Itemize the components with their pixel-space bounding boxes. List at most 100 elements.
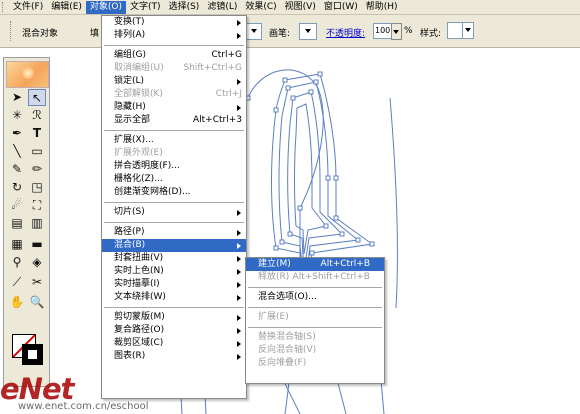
menu-help[interactable]: 帮助(H) <box>362 1 402 14</box>
menubar-grip <box>2 2 9 12</box>
object-menu-item-18[interactable]: 路径(P) <box>102 226 246 239</box>
object-menu-item-label: 锁定(L) <box>114 76 145 86</box>
object-menu-item-8[interactable]: 显示全部 Alt+Ctrl+3 <box>102 114 246 127</box>
object-menu-item-19[interactable]: 混合(B) <box>102 239 246 252</box>
submenu-arrow-icon <box>237 282 241 288</box>
object-menu-item-13[interactable]: 栅格化(Z)... <box>102 173 246 186</box>
blend-menu-item-3[interactable]: 混合选项(O)... <box>246 291 384 304</box>
pen-icon[interactable]: ✒ <box>8 125 26 142</box>
style-dropdown[interactable] <box>462 22 474 39</box>
menu-select[interactable]: 选择(S) <box>165 1 204 14</box>
scale-icon[interactable]: ◳ <box>28 179 46 196</box>
gradient-icon[interactable]: ▬ <box>28 236 46 253</box>
menu-edit[interactable]: 编辑(E) <box>47 1 86 14</box>
object-menu-item-22[interactable]: 实时描摹(I) <box>102 278 246 291</box>
menu-filter[interactable]: 滤镜(L) <box>203 1 241 14</box>
opacity-link[interactable]: 不透明度: <box>326 26 365 39</box>
object-menu-item-label: 图表(R) <box>114 351 146 361</box>
eyedropper-icon[interactable]: ⚲ <box>8 254 26 271</box>
blend-menu-item-5: 扩展(E) <box>246 311 384 324</box>
style-swatch[interactable] <box>447 22 463 39</box>
object-menu-item-28[interactable]: 图表(R) <box>102 350 246 363</box>
warp-icon[interactable]: ☄ <box>8 197 26 214</box>
paintbrush-icon[interactable]: ✎ <box>8 161 26 178</box>
menu-effect[interactable]: 效果(C) <box>241 1 280 14</box>
symbol-sprayer-icon[interactable]: ▤ <box>8 215 26 232</box>
blend-menu-separator <box>248 327 382 328</box>
lasso-icon[interactable]: ℛ <box>28 107 46 124</box>
control-toolbar: 混合对象 填 画笔: 不透明度: 100 % 样式: <box>0 15 580 48</box>
menu-type[interactable]: 文字(T) <box>126 1 165 14</box>
object-menu-item-26[interactable]: 复合路径(O) <box>102 324 246 337</box>
brush-dropdown[interactable] <box>299 23 317 40</box>
object-menu-item-16[interactable]: 切片(S) <box>102 206 246 219</box>
app-logo <box>6 61 49 88</box>
object-menu-separator <box>104 45 244 46</box>
object-menu-item-21[interactable]: 实时上色(N) <box>102 265 246 278</box>
object-menu-item-label: 变换(T) <box>114 17 145 27</box>
menu-window[interactable]: 窗口(W) <box>320 1 362 14</box>
object-menu-item-5[interactable]: 锁定(L) <box>102 75 246 88</box>
object-menu-item-14[interactable]: 创建渐变网格(D)... <box>102 186 246 199</box>
submenu-arrow-icon <box>237 256 241 262</box>
object-menu-dropdown: 变换(T) 排列(A) 编组(G) Ctrl+G 取消编组(U) Shift+Ctrl+G… <box>101 15 247 399</box>
line-icon[interactable]: ╲ <box>8 143 26 160</box>
submenu-arrow-icon <box>237 33 241 39</box>
object-menu-item-6: 全部解锁(K) Ctrl+J <box>102 88 246 101</box>
object-menu-item-25[interactable]: 剪切蒙版(M) <box>102 311 246 324</box>
object-menu-item-10[interactable]: 扩展(X)... <box>102 134 246 147</box>
object-menu-item-12[interactable]: 拼合透明度(F)... <box>102 160 246 173</box>
stroke-weight-dropdown[interactable] <box>246 23 262 40</box>
object-menu-separator <box>104 202 244 203</box>
pencil-icon[interactable]: ✏ <box>28 161 46 178</box>
menu-object[interactable]: 对象(O) <box>85 0 127 14</box>
object-menu-item-3[interactable]: 编组(G) Ctrl+G <box>102 49 246 62</box>
object-menu-separator <box>104 222 244 223</box>
shape-inner-3[interactable] <box>294 103 327 255</box>
object-menu-separator <box>104 307 244 308</box>
graph-icon[interactable]: ▥ <box>28 215 46 232</box>
chevron-down-icon <box>251 29 257 33</box>
submenu-arrow-icon <box>237 79 241 85</box>
mesh-icon[interactable]: ▦ <box>8 236 26 253</box>
object-menu-item-label: 编组(G) <box>114 50 146 60</box>
watermark-url: www.enet.com.cn/eschool <box>18 401 149 412</box>
live-paint-icon[interactable]: ◈ <box>28 254 46 271</box>
object-menu-item-label: 栅格化(Z)... <box>114 174 163 184</box>
blend-menu-separator <box>248 307 382 308</box>
selection-arrow-icon[interactable]: ➤ <box>8 89 26 106</box>
stroke-color-swatch[interactable] <box>22 344 43 365</box>
object-menu-item-0[interactable]: 变换(T) <box>102 16 246 29</box>
type-icon[interactable]: T <box>28 125 46 142</box>
free-transform-icon[interactable]: ⛶ <box>28 197 46 214</box>
submenu-arrow-icon <box>237 341 241 347</box>
hand-icon[interactable]: ✋ <box>8 294 26 311</box>
blend-menu-item-label: 替换混合轴(S) <box>258 332 316 342</box>
opacity-slider-button[interactable] <box>391 23 402 40</box>
menu-view[interactable]: 视图(V) <box>281 1 320 14</box>
toolbar-grip[interactable] <box>10 21 14 41</box>
object-menu-item-27[interactable]: 裁剪区域(C) <box>102 337 246 350</box>
object-menu-item-23[interactable]: 文本绕排(W) <box>102 291 246 304</box>
object-menu-item-1[interactable]: 排列(A) <box>102 29 246 42</box>
magic-wand-icon[interactable]: ✳ <box>8 107 26 124</box>
rotate-icon[interactable]: ↻ <box>8 179 26 196</box>
rectangle-icon[interactable]: ▭ <box>28 143 46 160</box>
zoom-icon[interactable]: 🔍 <box>28 294 46 311</box>
blend-menu-item-shortcut: Alt+Ctrl+B <box>320 259 370 269</box>
direct-selection-icon[interactable]: ↖ <box>28 89 46 106</box>
menu-file[interactable]: 文件(F) <box>9 1 47 14</box>
object-menu-item-shortcut: Alt+Ctrl+3 <box>192 115 242 125</box>
slice-icon[interactable]: ⟋ <box>8 274 26 291</box>
object-menu-item-20[interactable]: 封套扭曲(V) <box>102 252 246 265</box>
scissors-icon[interactable]: ✂ <box>28 274 46 291</box>
blend-menu-item-0[interactable]: 建立(M) Alt+Ctrl+B <box>246 258 384 271</box>
object-menu-item-label: 显示全部 <box>114 115 151 125</box>
object-menu-item-7[interactable]: 隐藏(H) <box>102 101 246 114</box>
object-menu-item-label: 路径(P) <box>114 227 145 237</box>
object-menu-item-label: 实时上色(N) <box>114 266 164 276</box>
object-menu-item-label: 取消编组(U) <box>114 63 164 73</box>
selection-type-label: 混合对象 <box>22 29 59 39</box>
frame-path-right[interactable] <box>389 97 398 309</box>
blend-menu-item-7: 替换混合轴(S) <box>246 331 384 344</box>
